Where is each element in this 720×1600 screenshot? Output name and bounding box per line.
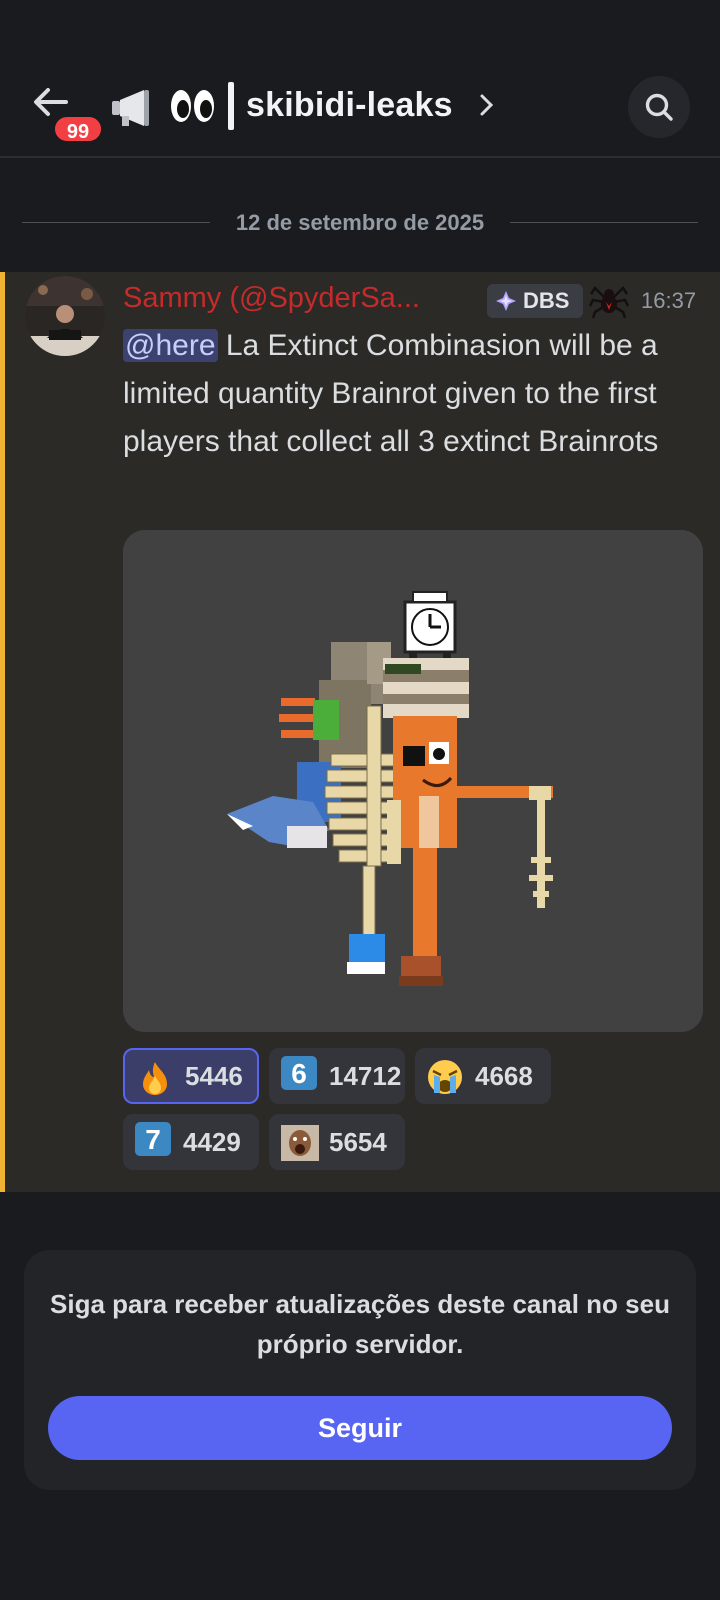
timestamp: 16:37 <box>641 288 697 313</box>
keycap-7-icon: 7 <box>135 1122 171 1156</box>
follow-channel-card: Siga para receber atualizações deste can… <box>24 1250 696 1490</box>
reaction-keycap-7[interactable]: 7 4429 <box>123 1114 259 1170</box>
date-divider: 12 de setembro de 2025 <box>22 200 698 244</box>
channel-separator <box>228 82 234 130</box>
chevron-right-icon[interactable] <box>478 92 496 118</box>
author-name[interactable]: Sammy (@SpyderSa... <box>123 282 420 315</box>
eyes-icon <box>170 88 216 124</box>
mention-here[interactable]: @here <box>123 329 218 362</box>
server-tag-label: DBS <box>523 288 570 313</box>
channel-header: 99 skibidi-leaks <box>0 0 720 158</box>
crying-face-icon <box>427 1058 463 1094</box>
image-attachment[interactable] <box>123 530 703 1032</box>
sparkle-gem-icon <box>496 291 516 311</box>
reaction-count: 4668 <box>475 1061 533 1091</box>
follow-button[interactable]: Seguir <box>48 1396 672 1460</box>
spider-icon <box>588 280 630 320</box>
channel-title[interactable]: skibidi-leaks <box>246 86 453 125</box>
reaction-meme-face[interactable]: 5654 <box>269 1114 405 1170</box>
reaction-count: 4429 <box>183 1127 241 1157</box>
blocky-brainrot-figure-image <box>123 530 703 1032</box>
search-icon <box>645 93 673 121</box>
divider-line <box>510 222 698 223</box>
date-text: 12 de setembro de 2025 <box>235 210 485 235</box>
keycap-6-icon: 6 <box>281 1056 317 1090</box>
fire-icon <box>137 1060 173 1095</box>
meme-face-icon <box>281 1124 319 1161</box>
reaction-crying-face[interactable]: 4668 <box>415 1048 551 1104</box>
reaction-fire[interactable]: 5446 <box>123 1048 259 1104</box>
message-item[interactable]: Sammy (@SpyderSa... DBS 16:37 @here La E… <box>0 272 720 1192</box>
reaction-count: 5446 <box>185 1061 243 1091</box>
server-tag[interactable]: DBS <box>487 284 583 318</box>
follow-description: Siga para receber atualizações deste can… <box>50 1289 670 1359</box>
unread-badge: 99 <box>52 114 104 144</box>
reaction-count: 5654 <box>329 1127 387 1157</box>
megaphone-icon <box>110 88 152 128</box>
avatar[interactable] <box>25 276 105 356</box>
message-content: @here La Extinct Combinasion will be a l… <box>123 322 703 466</box>
reaction-count: 14712 <box>329 1061 402 1091</box>
search-button[interactable] <box>628 76 690 138</box>
reaction-keycap-6[interactable]: 6 14712 <box>269 1048 405 1104</box>
